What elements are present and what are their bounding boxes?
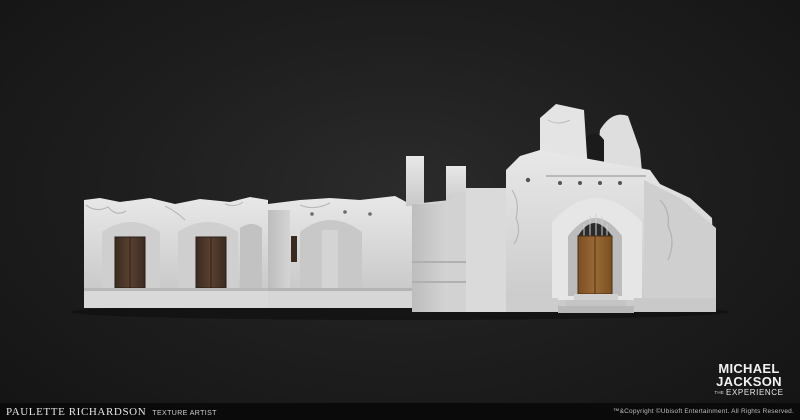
left-wing — [84, 197, 268, 308]
credit-bar: PAULETTE RICHARDSON TEXTURE ARTIST ™&Cop… — [0, 403, 800, 420]
logo-experience: EXPERIENCE — [726, 388, 784, 397]
logo-jackson: JACKSON — [716, 374, 782, 389]
copyright-notice: ™&Copyright ©Ubisoft Entertainment. All … — [612, 408, 794, 415]
gate-section — [506, 104, 716, 313]
building-render — [70, 104, 730, 320]
logo-subtitle: THE EXPERIENCE — [708, 389, 790, 397]
artist-name: PAULETTE RICHARDSON — [6, 405, 147, 418]
middle-section — [268, 196, 412, 308]
artist-role: TEXTURE ARTIST — [152, 409, 217, 417]
artist-credit: PAULETTE RICHARDSON TEXTURE ARTIST — [6, 406, 217, 418]
chimney-left — [406, 156, 424, 206]
render-viewport: MICHAEL JACKSON THE EXPERIENCE PAULETTE … — [0, 0, 800, 420]
game-logo: MICHAEL JACKSON THE EXPERIENCE — [708, 362, 790, 397]
logo-the: THE — [714, 389, 725, 395]
connecting-block — [412, 188, 510, 312]
